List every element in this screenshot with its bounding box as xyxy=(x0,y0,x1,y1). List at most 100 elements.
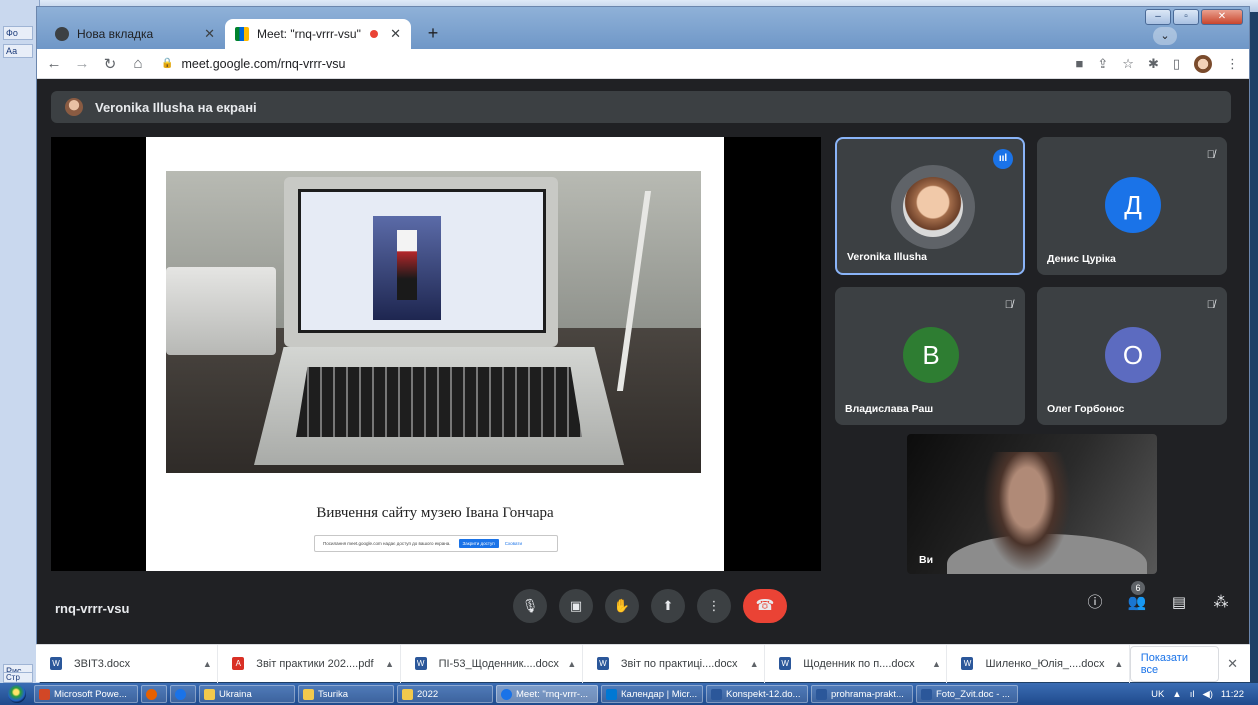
chat-button[interactable]: ▤ xyxy=(1167,591,1191,615)
stop-sharing-button: Закрити доступ xyxy=(458,539,499,548)
chevron-up-icon[interactable]: ▲ xyxy=(744,659,764,669)
call-controls: 🎙 ▣ ✋ ⬆ ⋮ ☎ xyxy=(513,589,787,623)
tab-search-chevron-icon[interactable]: ⌄ xyxy=(1153,27,1177,45)
activities-button[interactable]: ⁂ xyxy=(1209,591,1233,615)
windows-taskbar: Microsoft Powe... Ukraina Tsurika 2022 M… xyxy=(0,683,1258,705)
chrome-window: Нова вкладка ✕ Meet: "rnq-vrrr-vsu" ✕ + … xyxy=(36,6,1250,645)
forward-button[interactable]: → xyxy=(71,55,93,72)
microphone-button[interactable]: 🎙 xyxy=(513,589,547,623)
download-filename: Звіт практики 202....pdf xyxy=(256,657,374,670)
leave-call-button[interactable]: ☎ xyxy=(743,589,787,623)
menu-kebab-icon[interactable]: ⋮ xyxy=(1226,56,1239,72)
taskbar-item[interactable]: Tsurika xyxy=(298,685,394,703)
participant-tile[interactable]: 🎙̸ О Олег Горбонос xyxy=(1037,287,1227,425)
close-shelf-icon[interactable]: ✕ xyxy=(1227,656,1238,672)
back-button[interactable]: ← xyxy=(43,55,65,72)
tab-label: Meet: "rnq-vrrr-vsu" xyxy=(257,27,361,41)
taskbar-item[interactable]: Konspekt-12.do... xyxy=(706,685,808,703)
download-item[interactable]: W ЗВІТ3.docx ▲ xyxy=(36,644,219,683)
camera-button[interactable]: ▣ xyxy=(559,589,593,623)
chevron-up-icon[interactable]: ▲ xyxy=(1109,659,1129,669)
screen-share-notice: Посилання meet.google.com надає доступ д… xyxy=(314,535,558,552)
download-filename: Шиленко_Юлія_....docx xyxy=(985,657,1105,670)
taskbar-item[interactable]: 2022 xyxy=(397,685,493,703)
download-item[interactable]: W ПІ-53_Щоденник....docx ▲ xyxy=(401,644,583,683)
close-tab-icon[interactable]: ✕ xyxy=(390,26,401,42)
present-screen-button[interactable]: ⬆ xyxy=(651,589,685,623)
taskbar-item[interactable] xyxy=(141,685,167,703)
tray-expand-icon[interactable]: ▲ xyxy=(1172,689,1181,700)
address-bar[interactable]: 🔒 meet.google.com/rnq-vrrr-vsu xyxy=(161,51,1076,77)
participant-tile[interactable]: 🎙̸ Д Денис Цурiка xyxy=(1037,137,1227,275)
taskbar-label: Meet: "rnq-vrrr-... xyxy=(516,688,588,700)
home-button[interactable]: ⌂ xyxy=(127,55,149,72)
word-file-icon: W xyxy=(779,657,792,670)
taskbar-item[interactable]: Microsoft Powe... xyxy=(34,685,138,703)
tab-meet[interactable]: Meet: "rnq-vrrr-vsu" ✕ xyxy=(225,19,411,49)
volume-icon[interactable]: ◀) xyxy=(1202,689,1212,700)
shared-slide: Вивчення сайту музею Івана Гончара Посил… xyxy=(146,137,724,571)
meeting-details-button[interactable]: ⓘ xyxy=(1083,591,1107,615)
show-all-downloads-button[interactable]: Показати все xyxy=(1129,645,1220,682)
download-item[interactable]: W Щоденник по п....docx ▲ xyxy=(765,644,948,683)
close-window-button[interactable]: ✕ xyxy=(1201,9,1243,25)
download-item[interactable]: W Звіт по практиці....docx ▲ xyxy=(583,644,766,683)
taskbar-item[interactable]: Meet: "rnq-vrrr-... xyxy=(496,685,598,703)
start-button[interactable] xyxy=(0,683,34,705)
slide-title: Вивчення сайту музею Івана Гончара xyxy=(316,505,554,521)
taskbar-item[interactable]: Foto_Zvit.doc - ... xyxy=(916,685,1018,703)
word-file-icon: W xyxy=(596,657,609,670)
participant-tile[interactable]: ııl Veronika Illusha xyxy=(835,137,1025,275)
chevron-up-icon[interactable]: ▲ xyxy=(197,659,217,669)
self-view-person xyxy=(977,452,1077,574)
word-ribbon-tab[interactable]: Аа xyxy=(3,44,33,58)
lock-icon[interactable]: 🔒 xyxy=(161,58,173,69)
extensions-icon[interactable]: ✱ xyxy=(1148,56,1159,72)
tab-label: Нова вкладка xyxy=(77,27,154,41)
presentation-stage[interactable]: Вивчення сайту музею Івана Гончара Посил… xyxy=(51,137,821,571)
reload-button[interactable]: ↻ xyxy=(99,55,121,73)
chevron-up-icon[interactable]: ▲ xyxy=(562,659,582,669)
more-options-button[interactable]: ⋮ xyxy=(697,589,731,623)
powerpoint-icon xyxy=(39,688,50,700)
minimize-button[interactable]: – xyxy=(1145,9,1171,25)
side-panel-icon[interactable]: ▯ xyxy=(1173,56,1180,72)
url-text: meet.google.com/rnq-vrrr-vsu xyxy=(181,56,346,71)
chevron-up-icon[interactable]: ▲ xyxy=(380,659,400,669)
people-button[interactable]: 👥 6 xyxy=(1125,581,1149,615)
taskbar-item[interactable] xyxy=(170,685,196,703)
taskbar-item[interactable]: prohrama-prakt... xyxy=(811,685,913,703)
new-tab-button[interactable]: + xyxy=(423,24,443,44)
camera-in-use-icon[interactable]: ■ xyxy=(1076,56,1084,71)
folder-icon xyxy=(303,688,314,700)
taskbar-label: prohrama-prakt... xyxy=(831,688,904,700)
close-tab-icon[interactable]: ✕ xyxy=(204,26,215,42)
network-icon[interactable]: ıl xyxy=(1190,689,1195,700)
bookmark-star-icon[interactable]: ☆ xyxy=(1122,56,1134,72)
tab-new-tab[interactable]: Нова вкладка ✕ xyxy=(45,19,225,49)
download-item[interactable]: W Шиленко_Юлія_....docx ▲ xyxy=(947,644,1130,683)
outlook-icon xyxy=(606,688,617,700)
recording-dot-icon xyxy=(370,30,379,38)
slide-photo-laptop xyxy=(166,171,701,473)
photo-laptop-screen xyxy=(298,189,546,333)
language-indicator[interactable]: UK xyxy=(1151,689,1164,700)
taskbar-item[interactable]: Календар | Micr... xyxy=(601,685,703,703)
taskbar-label: Microsoft Powe... xyxy=(54,688,127,700)
raise-hand-button[interactable]: ✋ xyxy=(605,589,639,623)
word-file-icon: W xyxy=(50,657,62,670)
share-icon[interactable]: ⇪ xyxy=(1097,56,1108,72)
clock[interactable]: 11:22 xyxy=(1221,689,1244,700)
chevron-up-icon[interactable]: ▲ xyxy=(926,659,946,669)
firefox-icon xyxy=(146,688,157,700)
self-view-tile[interactable]: Ви xyxy=(907,434,1157,574)
taskbar-item[interactable]: Ukraina xyxy=(199,685,295,703)
word-ribbon-tab[interactable]: Фо xyxy=(3,26,33,40)
participant-tile[interactable]: 🎙̸ В Владислава Раш xyxy=(835,287,1025,425)
maximize-button[interactable]: ▫ xyxy=(1173,9,1199,25)
speaking-indicator-icon: ııl xyxy=(993,149,1013,169)
mic-off-icon: 🎙̸ xyxy=(1206,149,1215,161)
profile-avatar[interactable] xyxy=(1194,54,1212,73)
word-icon xyxy=(711,688,722,700)
download-item[interactable]: A Звіт практики 202....pdf ▲ xyxy=(218,644,401,683)
